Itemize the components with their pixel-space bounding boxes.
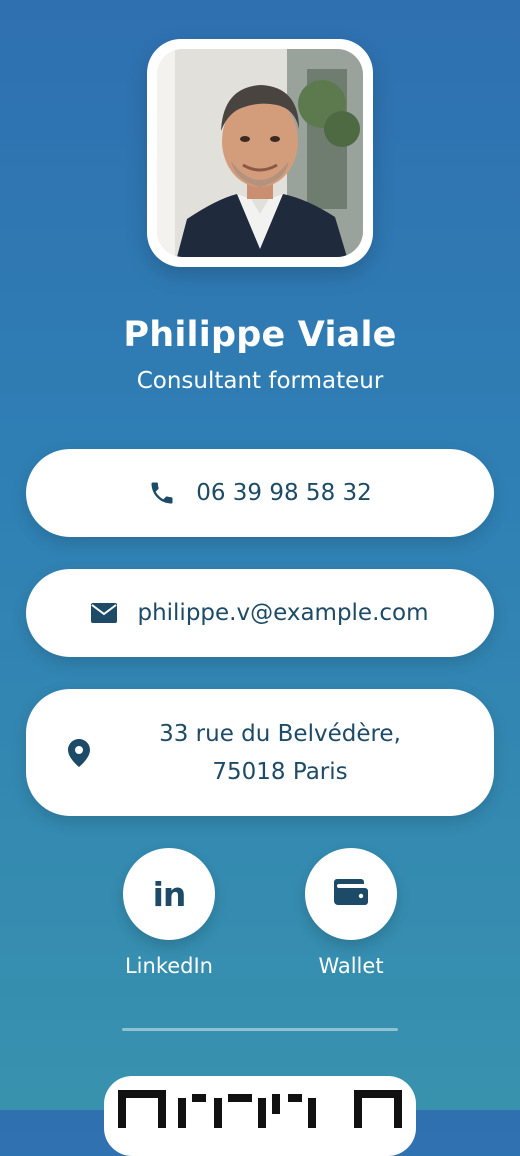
phone-number: 06 39 98 58 32 <box>196 480 372 506</box>
profile-photo <box>157 49 363 257</box>
linkedin-label: LinkedIn <box>124 954 213 978</box>
phone-button[interactable]: 06 39 98 58 32 <box>26 449 494 537</box>
wallet-button[interactable] <box>305 848 397 940</box>
email-button[interactable]: philippe.v@example.com <box>26 569 494 657</box>
profile-name: Philippe Viale <box>123 315 397 355</box>
linkedin-link[interactable]: in LinkedIn <box>123 848 215 978</box>
qr-code-card <box>104 1076 416 1156</box>
email-address: philippe.v@example.com <box>137 600 429 626</box>
linkedin-button[interactable]: in <box>123 848 215 940</box>
wallet-link[interactable]: Wallet <box>305 848 397 978</box>
profile-photo-frame <box>147 39 373 267</box>
profile-title: Consultant formateur <box>136 368 384 394</box>
map-pin-icon <box>68 739 90 767</box>
address-line-2: 75018 Paris <box>212 758 348 785</box>
envelope-icon <box>91 602 118 624</box>
qr-code <box>118 1090 402 1128</box>
linkedin-icon: in <box>152 874 187 914</box>
address-button[interactable]: 33 rue du Belvédère, 75018 Paris <box>26 689 494 816</box>
wallet-icon <box>333 877 369 911</box>
address-line-1: 33 rue du Belvédère, <box>159 720 401 747</box>
section-divider <box>122 1028 398 1031</box>
portrait-photo <box>157 49 363 257</box>
phone-icon <box>148 479 176 507</box>
wallet-label: Wallet <box>318 954 384 978</box>
